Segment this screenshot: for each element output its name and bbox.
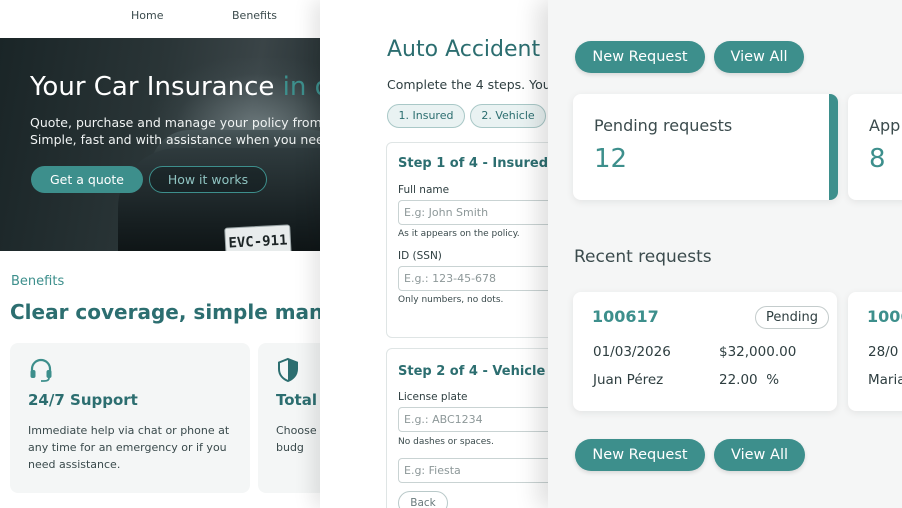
request-id: 1006 — [867, 307, 902, 326]
model-input[interactable]: E.g: Fiesta — [398, 458, 560, 483]
request-id: 100617 — [592, 307, 659, 326]
hero-title-main: Your Car Insurance — [30, 72, 275, 102]
request-date: 01/03/2026 — [593, 344, 671, 360]
request-date: 28/0 — [868, 344, 899, 360]
new-request-button-bottom[interactable]: New Request — [575, 439, 705, 471]
stat-value: 12 — [594, 144, 628, 174]
landing-page-panel: Home Benefits EVC-911 Your Car Insurance… — [0, 0, 340, 508]
back-button[interactable]: Back — [398, 491, 448, 508]
request-card[interactable]: 1006 28/0 Maria — [848, 292, 902, 411]
step-2-section: Step 2 of 4 - Vehicle info License plate… — [386, 348, 560, 508]
view-all-button[interactable]: View All — [714, 41, 804, 73]
accident-form-panel: Auto Accident F Complete the 4 steps. Yo… — [320, 0, 560, 508]
how-it-works-button[interactable]: How it works — [149, 166, 267, 193]
stat-label: App — [869, 116, 901, 135]
plate-input[interactable]: E.g.: ABC1234 — [398, 407, 560, 432]
id-help: Only numbers, no dots. — [398, 295, 504, 305]
request-card[interactable]: 100617 Pending 01/03/2026 $32,000.00 Jua… — [573, 292, 837, 411]
shield-icon — [276, 357, 300, 387]
new-request-button[interactable]: New Request — [575, 41, 705, 73]
dashboard-panel: New Request View All Pending requests 12… — [548, 0, 902, 508]
get-quote-button[interactable]: Get a quote — [31, 166, 143, 193]
step-1-section: Step 1 of 4 - Insured's in Full name E.g… — [386, 142, 560, 338]
request-name: Juan Pérez — [593, 372, 664, 388]
form-title: Auto Accident F — [387, 37, 560, 62]
request-percent: 22.00 % — [719, 372, 780, 388]
request-amount: $32,000.00 — [719, 344, 797, 360]
id-input[interactable]: E.g.: 123-45-678 — [398, 266, 560, 291]
fullname-label: Full name — [398, 184, 450, 196]
hero-subtitle: Quote, purchase and manage your policy f… — [30, 114, 340, 148]
hero-title: Your Car Insurance in o — [30, 72, 331, 102]
step-1-title: Step 1 of 4 - Insured's in — [398, 156, 560, 171]
benefit-card-support: 24/7 Support Immediate help via chat or … — [10, 343, 250, 493]
plate-label: License plate — [398, 391, 468, 403]
step-pill-insured[interactable]: 1. Insured — [387, 104, 465, 128]
id-label: ID (SSN) — [398, 250, 442, 262]
step-pill-vehicle[interactable]: 2. Vehicle — [470, 104, 546, 128]
hero-subtitle-line-2: Simple, fast and with assistance when yo… — [30, 132, 340, 147]
nav-link-home[interactable]: Home — [131, 9, 163, 22]
headset-icon — [28, 357, 54, 387]
fullname-help: As it appears on the policy. — [398, 229, 520, 239]
view-all-button-bottom[interactable]: View All — [714, 439, 805, 471]
top-nav: Home Benefits — [0, 0, 340, 38]
hero-banner: EVC-911 Your Car Insurance in o Quote, p… — [0, 38, 340, 251]
fullname-input[interactable]: E.g: John Smith — [398, 200, 560, 225]
stat-accent-bar — [829, 94, 838, 200]
status-badge: Pending — [755, 306, 829, 329]
request-name: Maria — [868, 372, 902, 388]
stat-card-approved[interactable]: App 8 — [848, 94, 902, 200]
benefits-label: Benefits — [11, 274, 65, 289]
form-subtitle: Complete the 4 steps. You c — [387, 77, 560, 92]
stat-value: 8 — [869, 144, 886, 174]
benefit-title: 24/7 Support — [28, 391, 138, 409]
stat-card-pending[interactable]: Pending requests 12 — [573, 94, 838, 200]
plate-help: No dashes or spaces. — [398, 437, 494, 447]
recent-requests-heading: Recent requests — [574, 247, 712, 267]
nav-link-benefits[interactable]: Benefits — [232, 9, 277, 22]
step-2-title: Step 2 of 4 - Vehicle info — [398, 364, 560, 379]
hero-subtitle-line-1: Quote, purchase and manage your policy f… — [30, 115, 340, 130]
benefit-text: Immediate help via chat or phone at any … — [28, 424, 230, 471]
stat-label: Pending requests — [594, 116, 733, 135]
license-plate: EVC-911 — [224, 224, 292, 251]
benefits-heading: Clear coverage, simple managem — [10, 300, 340, 324]
